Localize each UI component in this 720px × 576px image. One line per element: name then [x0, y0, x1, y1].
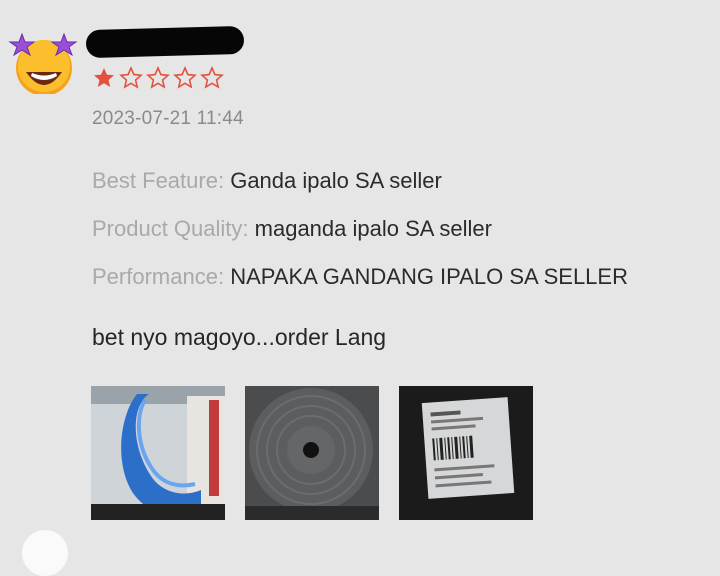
attribute-label: Performance: [92, 264, 225, 289]
review-photo-2[interactable] [245, 386, 379, 520]
attribute-label: Product Quality: [92, 216, 249, 241]
star-outline-icon [200, 66, 224, 89]
attribute-label: Best Feature: [92, 168, 225, 193]
review-date: 2023-07-21 11:44 [92, 108, 244, 129]
star-outline-icon [146, 66, 170, 89]
review-photo-1[interactable] [91, 386, 225, 520]
star-outline-icon [173, 66, 197, 89]
star-filled-icon [94, 68, 114, 87]
review-photo-3[interactable] [399, 386, 533, 520]
rating-stars [92, 66, 224, 90]
next-review-avatar [22, 530, 68, 576]
attribute-performance: Performance: NAPAKA GANDANG IPALO SA SEL… [92, 264, 628, 290]
username-redaction [85, 25, 245, 59]
attribute-value: Ganda ipalo SA seller [230, 168, 442, 193]
attribute-best-feature: Best Feature: Ganda ipalo SA seller [92, 168, 442, 194]
attribute-value: NAPAKA GANDANG IPALO SA SELLER [230, 264, 628, 289]
attribute-product-quality: Product Quality: maganda ipalo SA seller [92, 216, 492, 242]
star-struck-emoji-icon[interactable] [4, 20, 78, 94]
review-comment: bet nyo magoyo...order Lang [92, 324, 387, 350]
attribute-value: maganda ipalo SA seller [254, 216, 492, 241]
star-outline-icon [119, 66, 143, 89]
